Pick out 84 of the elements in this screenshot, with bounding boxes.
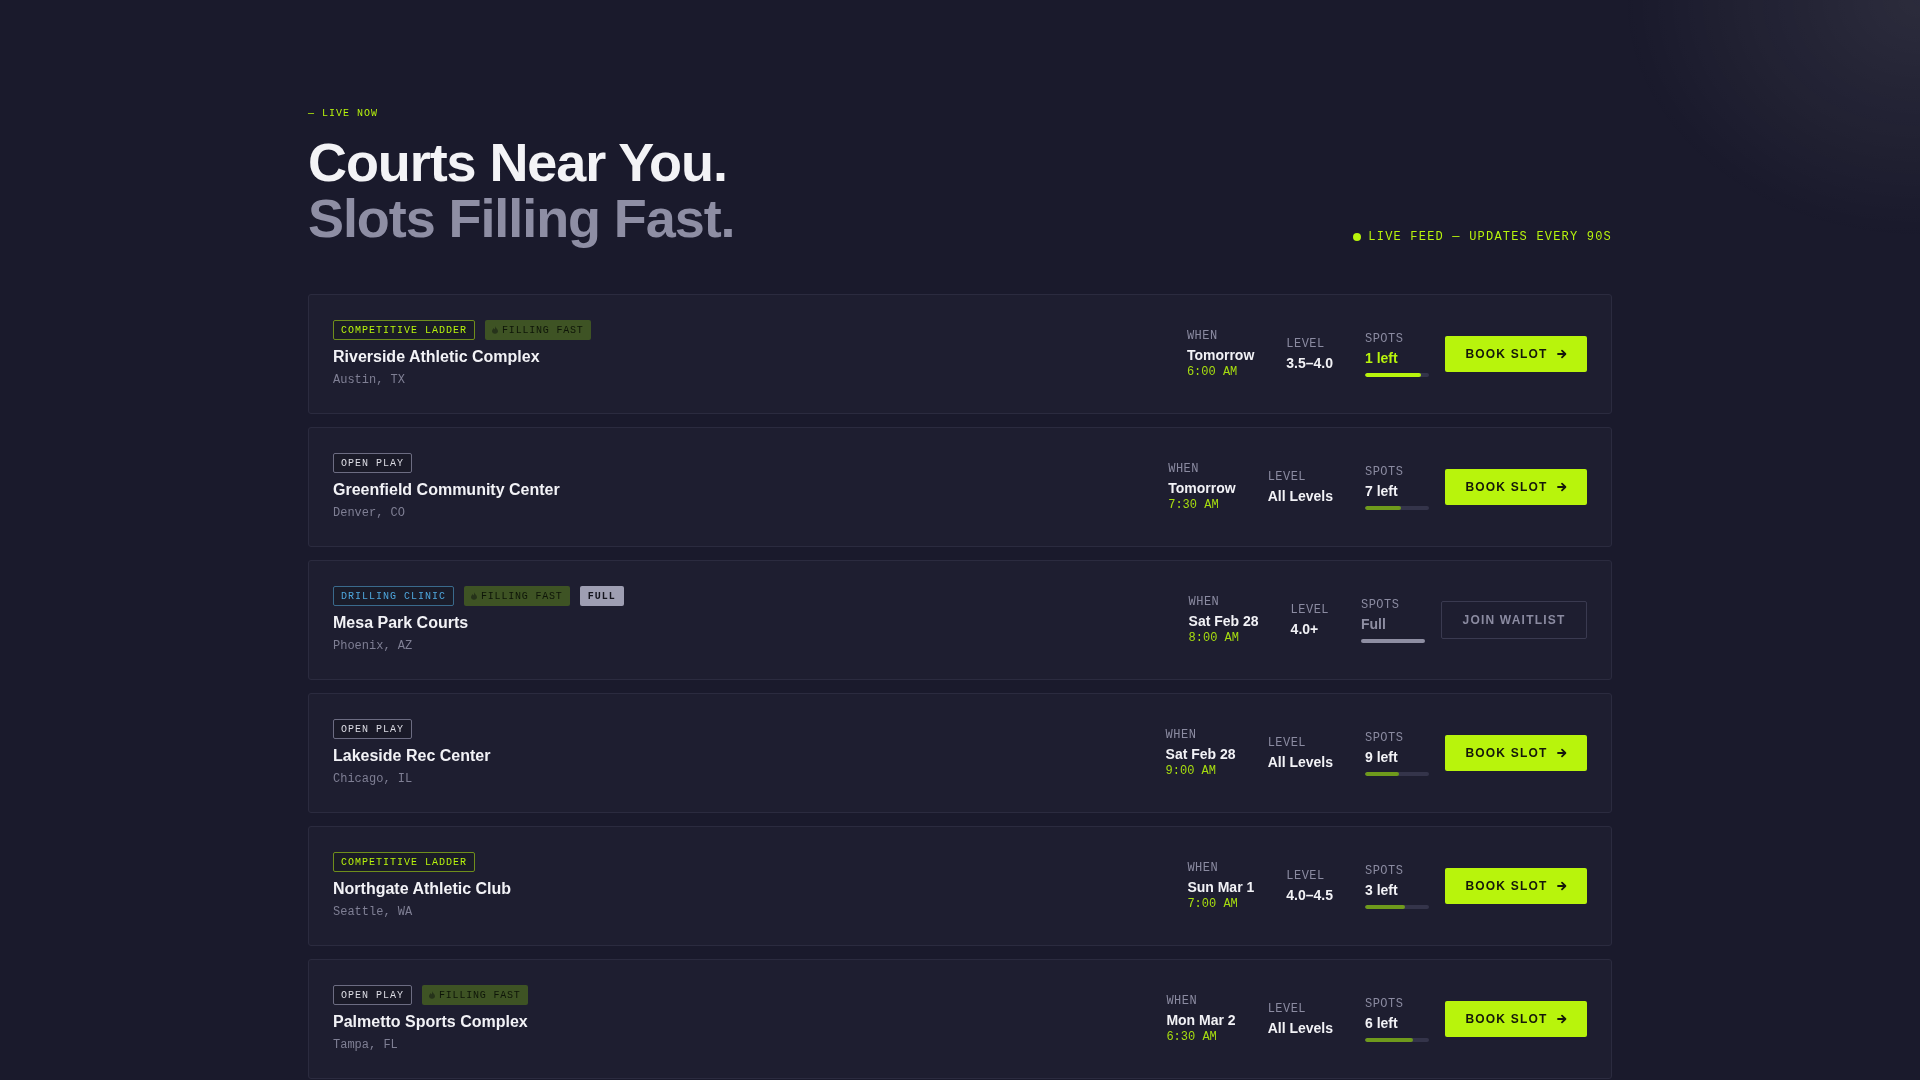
category-tag: DRILLING CLINIC <box>333 586 454 606</box>
court-name: Riverside Athletic Complex <box>333 347 540 367</box>
level-value: All Levels <box>1267 753 1333 771</box>
tag-label: FILLING FAST <box>502 324 584 336</box>
court-name: Lakeside Rec Center <box>333 746 491 766</box>
live-feed-label: LIVE FEED — UPDATES EVERY 90S <box>1368 229 1612 245</box>
live-dot-icon <box>1353 233 1362 241</box>
arrow-right-icon <box>1556 881 1567 891</box>
level-label: LEVEL <box>1286 336 1325 352</box>
when-time: 6:00 AM <box>1186 364 1238 380</box>
court-name: Mesa Park Courts <box>333 613 469 633</box>
spots-value: 3 left <box>1365 881 1398 899</box>
level-label: LEVEL <box>1267 735 1307 751</box>
court-location: Phoenix, AZ <box>333 638 413 654</box>
spots-label: SPOTS <box>1365 863 1404 879</box>
category-tag: OPEN PLAY <box>333 719 412 739</box>
when-time: 6:30 AM <box>1166 1029 1217 1045</box>
spots-value: 1 left <box>1365 349 1398 367</box>
level-value: All Levels <box>1267 1019 1333 1037</box>
spots-label: SPOTS <box>1365 331 1404 347</box>
when-day: Sat Feb 28 <box>1165 745 1236 763</box>
court-location: Tampa, FL <box>333 1037 398 1053</box>
level-value: 3.5–4.0 <box>1286 354 1333 372</box>
when-day: Mon Mar 2 <box>1166 1011 1236 1029</box>
level-label: LEVEL <box>1290 602 1329 618</box>
book-slot-button[interactable]: BOOK SLOT <box>1445 469 1587 505</box>
spots-label: SPOTS <box>1365 996 1404 1012</box>
arrow-right-icon <box>1556 349 1567 359</box>
category-tag: COMPETITIVE LADDER <box>333 320 476 340</box>
book-slot-button[interactable]: BOOK SLOT <box>1445 868 1587 904</box>
when-time: 7:00 AM <box>1187 896 1238 912</box>
court-location: Chicago, IL <box>333 771 413 787</box>
spots-progress-track <box>1361 639 1425 643</box>
level-label: LEVEL <box>1267 469 1307 485</box>
court-name: Greenfield Community Center <box>333 480 560 500</box>
court-name: Northgate Athletic Club <box>333 879 512 899</box>
book-slot-button[interactable]: BOOK SLOT <box>1445 1001 1587 1037</box>
category-tag: OPEN PLAY <box>333 453 412 473</box>
when-label: WHEN <box>1165 727 1197 743</box>
spots-label: SPOTS <box>1365 464 1404 480</box>
arrow-right-icon <box>1556 482 1567 492</box>
flame-icon <box>429 991 435 999</box>
spots-value: Full <box>1361 615 1386 633</box>
tag-label: FILLING FAST <box>481 590 563 602</box>
when-day: Sat Feb 28 <box>1188 612 1259 630</box>
tag-label: FILLING FAST <box>439 989 521 1001</box>
spots-value: 6 left <box>1365 1014 1398 1032</box>
category-tag: OPEN PLAY <box>333 985 412 1005</box>
arrow-right-icon <box>1556 1014 1567 1024</box>
spots-label: SPOTS <box>1361 597 1400 613</box>
spots-value: 9 left <box>1365 748 1398 766</box>
book-slot-button[interactable]: BOOK SLOT <box>1445 735 1587 771</box>
when-label: WHEN <box>1168 461 1199 477</box>
status-tag: FULL <box>579 586 624 606</box>
arrow-right-icon <box>1556 748 1567 758</box>
spots-value: 7 left <box>1365 482 1398 500</box>
page-title: Courts Near You. <box>308 134 727 190</box>
level-label: LEVEL <box>1286 868 1325 884</box>
eyebrow-label: — LIVE NOW <box>308 107 378 121</box>
court-location: Seattle, WA <box>333 904 413 920</box>
page-subtitle: Slots Filling Fast. <box>308 190 735 246</box>
level-value: 4.0–4.5 <box>1286 886 1333 904</box>
when-label: WHEN <box>1186 328 1218 344</box>
court-location: Denver, CO <box>333 505 405 521</box>
book-slot-button[interactable]: BOOK SLOT <box>1445 336 1587 372</box>
level-value: All Levels <box>1267 487 1333 505</box>
when-label: WHEN <box>1188 594 1220 610</box>
join-waitlist-button[interactable]: JOIN WAITLIST <box>1441 601 1587 639</box>
when-time: 7:30 AM <box>1168 497 1219 513</box>
flame-icon <box>492 326 499 334</box>
when-time: 9:00 AM <box>1165 763 1216 779</box>
court-name: Palmetto Sports Complex <box>333 1012 528 1032</box>
level-label: LEVEL <box>1267 1001 1307 1017</box>
when-label: WHEN <box>1187 860 1219 876</box>
category-tag: COMPETITIVE LADDER <box>333 852 476 872</box>
court-location: Austin, TX <box>333 372 405 388</box>
flame-icon <box>471 592 477 600</box>
level-value: 4.0+ <box>1290 620 1319 638</box>
when-label: WHEN <box>1166 993 1198 1009</box>
when-time: 8:00 AM <box>1188 630 1239 646</box>
when-day: Tomorrow <box>1186 346 1255 364</box>
spots-label: SPOTS <box>1365 730 1404 746</box>
when-day: Tomorrow <box>1168 479 1236 497</box>
when-day: Sun Mar 1 <box>1187 878 1255 896</box>
